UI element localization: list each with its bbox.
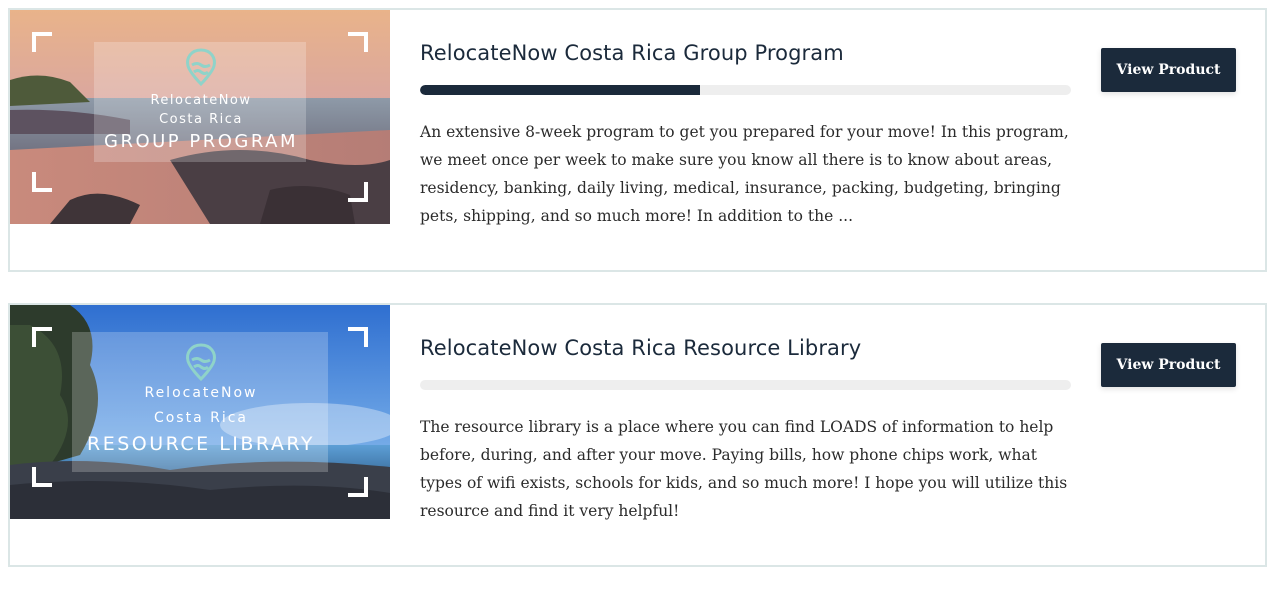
view-product-button[interactable]: View Product [1101,48,1236,92]
product-list: RelocateNow Costa Rica GROUP PROGRAM Rel… [8,8,1267,598]
image-subtitle: Costa Rica [154,410,248,426]
product-info: RelocateNow Costa Rica Resource Library … [420,335,1072,525]
image-label: RESOURCE LIBRARY [87,433,315,455]
image-brand: RelocateNow [150,93,251,108]
progress-fill [420,85,700,95]
product-card: RelocateNow Costa Rica GROUP PROGRAM Rel… [8,8,1267,272]
group-program-image: RelocateNow Costa Rica GROUP PROGRAM [10,10,390,224]
product-thumbnail[interactable]: RelocateNow Costa Rica GROUP PROGRAM [10,10,390,224]
progress-bar [420,380,1071,390]
product-thumbnail[interactable]: RelocateNow Costa Rica RESOURCE LIBRARY [10,305,390,519]
product-card: RelocateNow Costa Rica RESOURCE LIBRARY … [8,303,1267,567]
image-brand: RelocateNow [144,385,257,401]
image-subtitle: Costa Rica [159,112,243,127]
product-title[interactable]: RelocateNow Costa Rica Group Program [420,40,1072,66]
resource-library-image: RelocateNow Costa Rica RESOURCE LIBRARY [10,305,390,519]
product-description: An extensive 8-week program to get you p… [420,123,1069,225]
image-label: GROUP PROGRAM [104,131,298,152]
product-description: The resource library is a place where yo… [420,418,1068,520]
view-product-button[interactable]: View Product [1101,343,1236,387]
progress-bar [420,85,1071,95]
product-title[interactable]: RelocateNow Costa Rica Resource Library [420,335,1072,361]
product-info: RelocateNow Costa Rica Group Program An … [420,40,1072,230]
